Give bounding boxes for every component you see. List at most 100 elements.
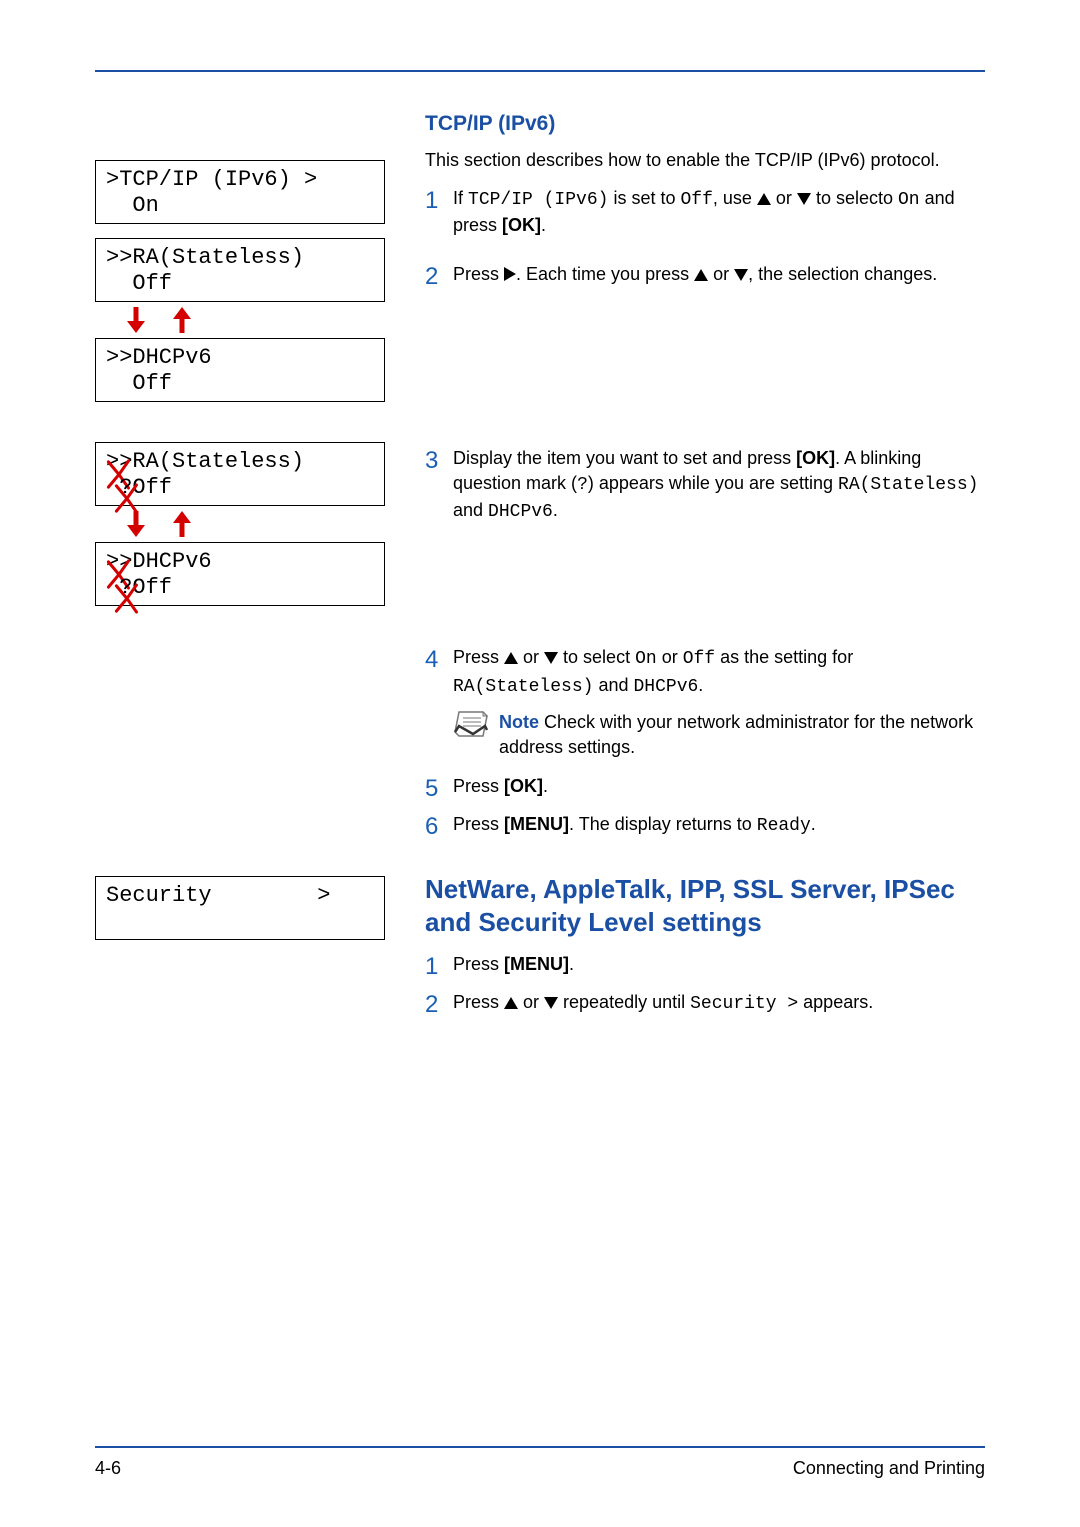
note-icon <box>453 708 489 745</box>
arrow-up-icon <box>171 307 193 333</box>
lcd-ra-stateless-edit: >>RA(Stateless) ?Off <box>95 442 385 506</box>
step-number: 1 <box>425 950 453 984</box>
key-label: [MENU] <box>504 814 569 834</box>
steps-list-netware: 1 Press [MENU]. 2 Press or repeatedly un… <box>425 952 985 1021</box>
step-body: Press or to select On or Off as the sett… <box>453 645 985 774</box>
lcd-line: ?Off <box>106 475 374 501</box>
lcd-line: On <box>106 193 374 219</box>
step-number: 6 <box>425 810 453 844</box>
step-item: 1 Press [MENU]. <box>425 952 985 984</box>
nav-arrows <box>95 306 405 334</box>
key-label: [OK] <box>502 215 541 235</box>
step-body: If TCP/IP (IPv6) is set to Off, use or t… <box>453 186 985 238</box>
code-text: ? <box>577 475 588 495</box>
step-spacer <box>425 525 985 645</box>
text-fragment: Press <box>453 992 504 1012</box>
text-fragment: ) appears while you are setting <box>588 473 838 493</box>
left-column: >TCP/IP (IPv6) > On >>RA(Stateless) Off … <box>95 112 405 940</box>
lcd-dhcpv6-edit: >>DHCPv6 ?Off <box>95 542 385 606</box>
code-text: RA(Stateless) <box>838 475 978 495</box>
lcd-line: >>RA(Stateless) <box>106 449 374 475</box>
lcd-text-fragment: Off <box>132 475 172 500</box>
step-spacer <box>425 242 985 262</box>
text-fragment: to select <box>558 647 635 667</box>
step-item: 2 Press . Each time you press or , the s… <box>425 262 985 294</box>
code-text: Off <box>680 190 712 210</box>
lcd-line: Off <box>106 271 374 297</box>
step-body: Press [MENU]. The display returns to Rea… <box>453 812 985 839</box>
text-fragment: and <box>593 675 633 695</box>
text-fragment: to selecto <box>811 188 898 208</box>
step-number: 2 <box>425 260 453 294</box>
note-block: Note Check with your network administrat… <box>453 710 985 760</box>
triangle-down-icon <box>734 269 748 281</box>
code-text: Security > <box>690 994 798 1014</box>
arrow-up-icon <box>171 511 193 537</box>
lcd-text-fragment: RA(Stateless) <box>132 449 304 474</box>
text-fragment: . <box>541 215 546 235</box>
text-fragment: . Each time you press <box>516 264 694 284</box>
text-fragment: Press <box>453 814 504 834</box>
step-number: 4 <box>425 643 453 677</box>
triangle-right-icon <box>504 267 516 281</box>
step-body: Display the item you want to set and pre… <box>453 446 985 526</box>
text-fragment: is set to <box>608 188 680 208</box>
step-item: 1 If TCP/IP (IPv6) is set to Off, use or… <box>425 186 985 242</box>
triangle-down-icon <box>797 193 811 205</box>
text-fragment: If <box>453 188 468 208</box>
triangle-up-icon <box>504 997 518 1009</box>
code-text: TCP/IP (IPv6) <box>468 190 608 210</box>
text-fragment: or <box>708 264 734 284</box>
step-item: 4 Press or to select On or Off as the se… <box>425 645 985 774</box>
lcd-line: >>RA(Stateless) <box>106 245 374 271</box>
step-number: 1 <box>425 184 453 218</box>
step-number: 2 <box>425 988 453 1022</box>
text-fragment: Check with your network administrator fo… <box>499 712 973 757</box>
lcd-security: Security > <box>95 876 385 940</box>
triangle-up-icon <box>504 652 518 664</box>
key-label: [MENU] <box>504 954 569 974</box>
text-fragment: or <box>657 647 683 667</box>
key-label: [OK] <box>796 448 835 468</box>
text-fragment: or <box>518 992 544 1012</box>
text-fragment: . <box>811 814 816 834</box>
section-heading-netware: NetWare, AppleTalk, IPP, SSL Server, IPS… <box>425 873 985 938</box>
text-fragment: Press <box>453 264 504 284</box>
code-text: On <box>898 190 920 210</box>
note-text: Note Check with your network administrat… <box>499 710 985 760</box>
intro-text: This section describes how to enable the… <box>425 148 985 172</box>
text-fragment: . The display returns to <box>569 814 757 834</box>
lcd-line: >>DHCPv6 <box>106 345 374 371</box>
printer-manual-page: >TCP/IP (IPv6) > On >>RA(Stateless) Off … <box>0 0 1080 1022</box>
step-item: 3 Display the item you want to set and p… <box>425 446 985 526</box>
step-body: Press or repeatedly until Security > app… <box>453 990 985 1017</box>
code-text: On <box>635 649 657 669</box>
text-fragment: . <box>553 500 558 520</box>
step-body: Press . Each time you press or , the sel… <box>453 262 985 287</box>
text-fragment: . <box>543 776 548 796</box>
lcd-line: ?Off <box>106 575 374 601</box>
lcd-line: >>DHCPv6 <box>106 549 374 575</box>
lcd-tcpip-ipv6: >TCP/IP (IPv6) > On <box>95 160 385 224</box>
page-number: 4-6 <box>95 1458 121 1479</box>
text-fragment: repeatedly until <box>558 992 690 1012</box>
code-text: DHCPv6 <box>488 502 553 522</box>
triangle-up-icon <box>757 193 771 205</box>
lcd-dhcpv6: >>DHCPv6 Off <box>95 338 385 402</box>
text-fragment: Press <box>453 647 504 667</box>
step-spacer <box>425 294 985 446</box>
lcd-ra-stateless: >>RA(Stateless) Off <box>95 238 385 302</box>
text-fragment: and <box>453 500 488 520</box>
lcd-text-fragment: Off <box>132 575 172 600</box>
content-row: >TCP/IP (IPv6) > On >>RA(Stateless) Off … <box>95 112 985 1022</box>
step-number: 3 <box>425 444 453 478</box>
chapter-title: Connecting and Printing <box>793 1458 985 1479</box>
lcd-text-fragment: DHCPv6 <box>132 549 211 574</box>
lcd-line: Security > <box>106 883 374 909</box>
text-fragment: as the setting for <box>715 647 853 667</box>
step-body: Press [MENU]. <box>453 952 985 977</box>
lcd-line: >TCP/IP (IPv6) > <box>106 167 374 193</box>
step-body: Press [OK]. <box>453 774 985 799</box>
lcd-line: Off <box>106 371 374 397</box>
section-heading-tcpip: TCP/IP (IPv6) <box>425 112 985 136</box>
